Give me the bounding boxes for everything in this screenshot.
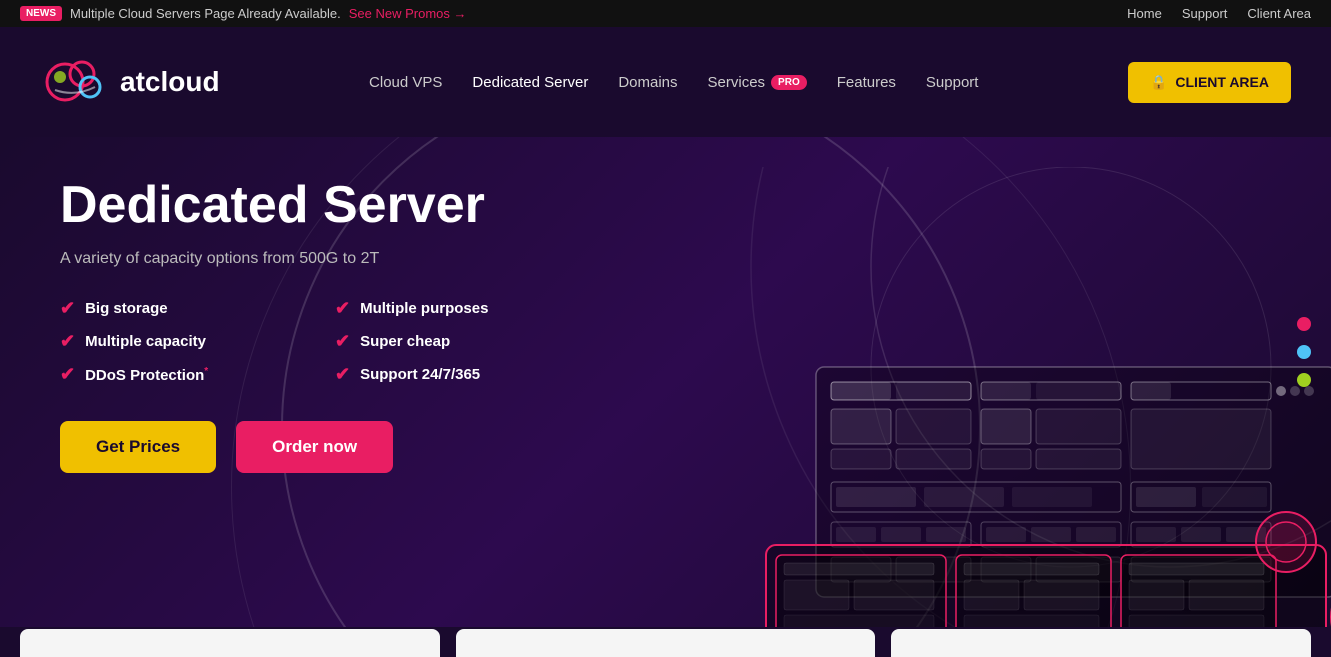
top-bar: news Multiple Cloud Servers Page Already… [0,0,1331,27]
promo-link[interactable]: See New Promos → [349,6,467,21]
lock-icon: 🔒 [1150,74,1167,91]
feature-multiple-purposes: ✔ Multiple purposes [335,298,580,319]
nav-cloud-vps[interactable]: Cloud VPS [369,74,442,91]
announcement-text: Multiple Cloud Servers Page Already Avai… [70,6,341,21]
feature-ddos-protection: ✔ DDoS Protection* [60,364,305,385]
order-now-button[interactable]: Order now [236,421,393,473]
nav-support[interactable]: Support [926,74,979,91]
client-area-label: CLIENT AREA [1175,74,1269,90]
dot-blue [1297,345,1311,359]
server-svg [571,167,1331,627]
feature-multiple-capacity-label: Multiple capacity [85,333,206,350]
dot-green [1297,373,1311,387]
features-list: ✔ Big storage ✔ Multiple purposes ✔ Mult… [60,298,580,385]
main-navigation: atcloud Cloud VPS Dedicated Server Domai… [0,27,1331,137]
top-bar-nav: Home Support Client Area [1127,6,1311,21]
feature-ddos-label: DDoS Protection* [85,366,208,384]
topnav-client-area[interactable]: Client Area [1247,6,1311,21]
feature-support-label: Support 24/7/365 [360,366,480,383]
nav-links: Cloud VPS Dedicated Server Domains Servi… [369,74,978,91]
bottom-card-2 [456,629,876,657]
nav-features[interactable]: Features [837,74,896,91]
cta-buttons: Get Prices Order now [60,421,580,473]
feature-big-storage: ✔ Big storage [60,298,305,319]
feature-super-cheap: ✔ Super cheap [335,331,580,352]
client-area-button[interactable]: 🔒 CLIENT AREA [1128,62,1291,103]
hero-content: Dedicated Server A variety of capacity o… [60,177,580,473]
nav-dedicated-server[interactable]: Dedicated Server [472,74,588,91]
logo-icon [40,52,110,112]
nav-services-wrapper: Services PRO [708,74,807,91]
get-prices-button[interactable]: Get Prices [60,421,216,473]
feature-big-storage-label: Big storage [85,300,168,317]
logo[interactable]: atcloud [40,52,220,112]
news-badge: news [20,6,62,21]
side-dots [1297,317,1311,387]
bottom-card-3 [891,629,1311,657]
check-icon-2: ✔ [335,298,350,319]
feature-super-cheap-label: Super cheap [360,333,450,350]
feature-multiple-capacity: ✔ Multiple capacity [60,331,305,352]
feature-multiple-purposes-label: Multiple purposes [360,300,488,317]
hero-section: Dedicated Server A variety of capacity o… [0,137,1331,627]
check-icon-1: ✔ [60,298,75,319]
top-bar-announcement: news Multiple Cloud Servers Page Already… [20,6,467,21]
feature-support-247: ✔ Support 24/7/365 [335,364,580,385]
check-icon-6: ✔ [335,364,350,385]
pro-badge: PRO [771,75,807,90]
topnav-home[interactable]: Home [1127,6,1162,21]
dot-pink [1297,317,1311,331]
check-icon-5: ✔ [60,364,75,385]
bottom-card-1 [20,629,440,657]
check-icon-4: ✔ [335,331,350,352]
bottom-cards-preview [0,627,1331,657]
check-icon-3: ✔ [60,331,75,352]
topnav-support[interactable]: Support [1182,6,1228,21]
ddos-superscript: * [204,366,208,377]
nav-services[interactable]: Services [708,74,766,91]
hero-title: Dedicated Server [60,177,580,234]
logo-text: atcloud [120,66,220,98]
nav-domains[interactable]: Domains [618,74,677,91]
hero-subtitle: A variety of capacity options from 500G … [60,250,580,268]
server-graphic [571,167,1331,627]
